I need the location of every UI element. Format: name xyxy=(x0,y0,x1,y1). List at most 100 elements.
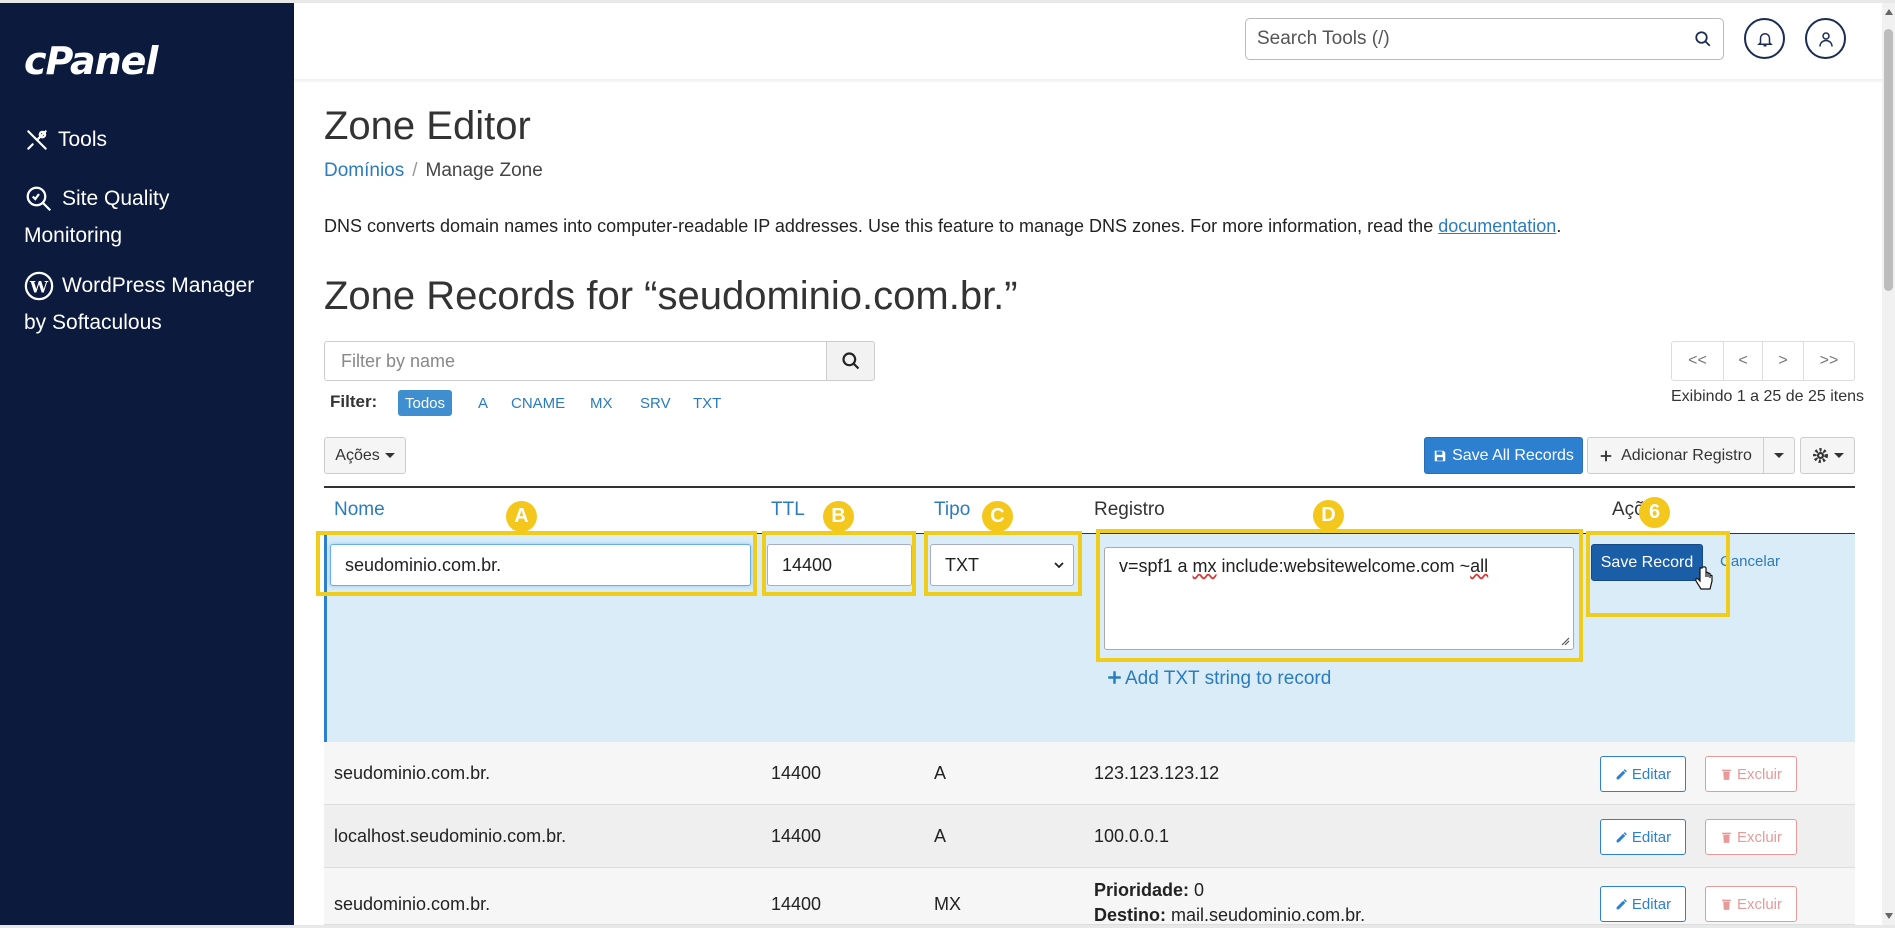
add-txt-string-link[interactable]: Add TXT string to record xyxy=(1107,668,1331,690)
tools-icon xyxy=(27,130,47,151)
row-name: localhost.seudominio.com.br. xyxy=(334,826,567,846)
column-header-record: Registro xyxy=(1094,499,1165,520)
bell-icon xyxy=(1756,32,1773,46)
edit-label: Editar xyxy=(1631,765,1672,783)
row-type: MX xyxy=(934,894,961,914)
filter-tag-txt[interactable]: TXT xyxy=(686,390,728,416)
actions-dropdown-button[interactable]: Ações xyxy=(324,437,406,474)
sidebar: cPanel Tools Site Quality Monitoring W Wo… xyxy=(0,3,294,925)
sidebar-item-label: Site Quality xyxy=(62,187,170,210)
cpanel-logo[interactable]: cPanel xyxy=(24,39,158,83)
edit-label: Editar xyxy=(1631,828,1672,846)
annotation-badge-d: D xyxy=(1313,500,1344,531)
priority-label: Prioridade: xyxy=(1094,880,1190,900)
pagination-info: Exibindo 1 a 25 de 25 itens xyxy=(1671,388,1865,405)
actions-label: Ações xyxy=(335,446,380,464)
edit-button[interactable]: Editar xyxy=(1600,886,1686,922)
delete-button[interactable]: Excluir xyxy=(1705,819,1797,855)
filter-by-name-input[interactable]: Filter by name xyxy=(324,341,827,381)
filter-search-button[interactable] xyxy=(826,341,875,381)
annotation-badge-b: B xyxy=(823,501,854,532)
row-ttl: 14400 xyxy=(771,894,822,914)
destination-value: mail.seudominio.com.br. xyxy=(1171,905,1366,925)
filter-tag-mx[interactable]: MX xyxy=(583,390,620,416)
column-header-name[interactable]: Nome xyxy=(334,499,385,521)
sidebar-item-tools[interactable]: Tools xyxy=(24,121,107,158)
chevron-down-icon xyxy=(1774,453,1784,458)
column-header-ttl[interactable]: TTL xyxy=(771,499,805,521)
pager-next[interactable]: > xyxy=(1762,341,1804,381)
filter-tag-all[interactable]: Todos xyxy=(398,390,453,416)
pager-prev[interactable]: < xyxy=(1723,341,1763,381)
annotation-badge-c: C xyxy=(982,501,1013,532)
edit-button[interactable]: Editar xyxy=(1600,819,1686,855)
edit-label: Editar xyxy=(1631,895,1672,913)
floppy-disk-icon xyxy=(1434,450,1446,461)
svg-text:W: W xyxy=(29,278,49,297)
table-header-divider xyxy=(324,486,1855,488)
user-icon xyxy=(1818,31,1833,47)
plus-icon xyxy=(1600,450,1612,461)
highlight-box-save xyxy=(1586,531,1730,617)
search-icon[interactable] xyxy=(1694,30,1712,48)
pencil-icon xyxy=(1616,898,1627,909)
sidebar-item-label: by Softaculous xyxy=(24,311,162,334)
delete-button[interactable]: Excluir xyxy=(1705,886,1797,922)
settings-dropdown-button[interactable] xyxy=(1800,437,1855,474)
row-name: seudominio.com.br. xyxy=(334,894,491,914)
priority-value: 0 xyxy=(1194,880,1205,900)
add-record-dropdown-button[interactable] xyxy=(1763,437,1795,474)
filter-tag-cname[interactable]: CNAME xyxy=(504,390,572,416)
row-record-destination: Destino: mail.seudominio.com.br. xyxy=(1094,905,1365,926)
trash-icon xyxy=(1722,769,1731,780)
highlight-box-type xyxy=(924,531,1082,596)
pager-first[interactable]: << xyxy=(1671,341,1724,381)
page-scrollbar[interactable] xyxy=(1882,3,1895,925)
filter-tag-a[interactable]: A xyxy=(471,390,495,416)
zone-records-title: Zone Records for “seudominio.com.br.” xyxy=(324,274,1018,318)
page-description: DNS converts domain names into computer-… xyxy=(324,216,1561,237)
chevron-down-icon xyxy=(1833,453,1844,458)
save-all-records-button[interactable]: Save All Records xyxy=(1424,437,1583,474)
pencil-icon xyxy=(1616,768,1627,779)
user-menu-button[interactable] xyxy=(1805,18,1846,59)
trash-icon xyxy=(1722,832,1731,843)
breadcrumb-separator: / xyxy=(412,160,418,181)
highlight-box-ttl xyxy=(762,531,916,596)
row-record: 100.0.0.1 xyxy=(1094,826,1170,846)
description-end: . xyxy=(1556,216,1562,236)
filter-placeholder: Filter by name xyxy=(341,350,456,371)
save-all-label: Save All Records xyxy=(1452,446,1574,464)
row-ttl: 14400 xyxy=(771,826,822,846)
search-tools-input[interactable]: Search Tools (/) xyxy=(1245,18,1724,60)
description-text: DNS converts domain names into computer-… xyxy=(324,216,1439,236)
pager-last[interactable]: >> xyxy=(1803,341,1855,381)
add-record-button[interactable]: Adicionar Registro xyxy=(1587,437,1764,474)
highlight-box-record xyxy=(1096,529,1583,662)
scroll-up-arrow-icon[interactable] xyxy=(1885,9,1893,15)
filter-tag-srv[interactable]: SRV xyxy=(633,390,678,416)
documentation-link[interactable]: documentation xyxy=(1438,216,1556,236)
sidebar-item-label: Monitoring xyxy=(24,224,123,247)
scroll-down-arrow-icon[interactable] xyxy=(1885,913,1893,919)
row-type: A xyxy=(934,826,947,846)
filter-label: Filter: xyxy=(330,392,378,411)
edit-button[interactable]: Editar xyxy=(1600,756,1686,792)
page-title: Zone Editor xyxy=(324,104,531,148)
delete-label: Excluir xyxy=(1736,895,1782,913)
breadcrumb-current: Manage Zone xyxy=(425,160,543,181)
row-record: Prioridade: 0 xyxy=(1094,880,1204,901)
scrollbar-thumb[interactable] xyxy=(1884,29,1893,291)
column-header-type[interactable]: Tipo xyxy=(934,499,970,521)
trash-icon xyxy=(1722,899,1731,910)
pencil-icon xyxy=(1616,831,1627,842)
plus-icon xyxy=(1108,671,1121,684)
row-ttl: 14400 xyxy=(771,763,822,783)
delete-button[interactable]: Excluir xyxy=(1705,756,1797,792)
breadcrumb-link-domains[interactable]: Domínios xyxy=(324,160,404,181)
sidebar-item-site-quality[interactable]: Site Quality Monitoring xyxy=(24,180,169,254)
notifications-button[interactable] xyxy=(1744,18,1785,59)
row-record: 123.123.123.12 xyxy=(1094,763,1220,783)
sidebar-item-label: WordPress Manager xyxy=(62,274,255,297)
sidebar-item-wordpress[interactable]: W WordPress Manager by Softaculous xyxy=(24,267,254,341)
